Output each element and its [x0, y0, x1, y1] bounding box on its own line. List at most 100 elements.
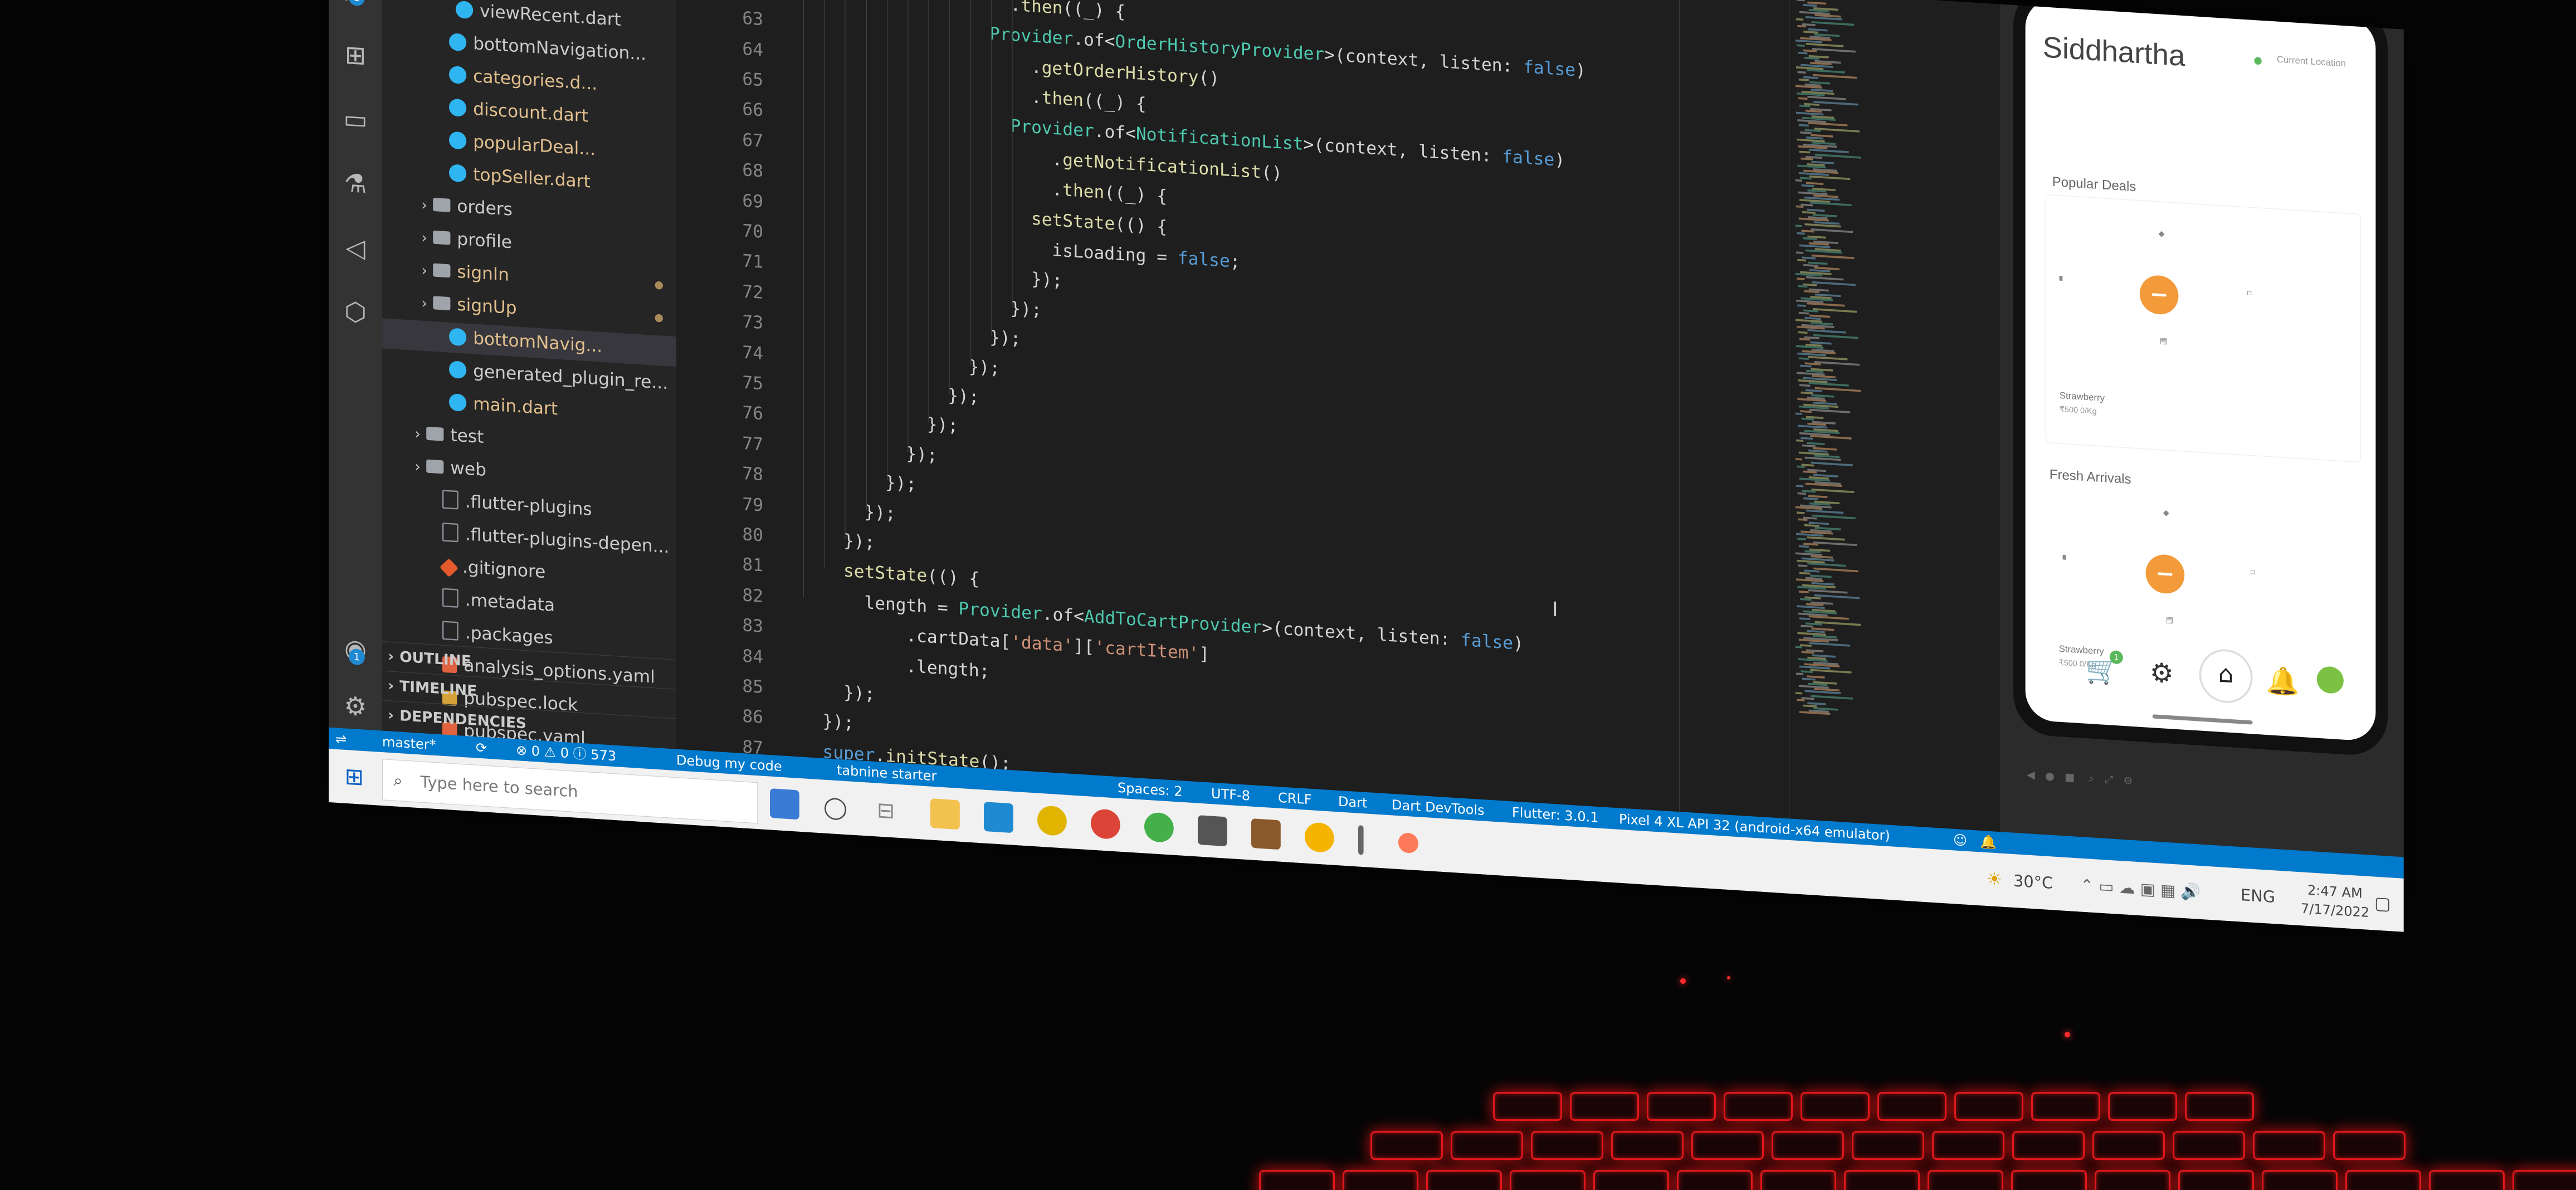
- dart-icon: [449, 328, 467, 347]
- language-mode[interactable]: Dart: [1338, 791, 1367, 814]
- chrome-canary-app-icon[interactable]: [1305, 822, 1334, 854]
- code-line[interactable]: .length;: [906, 656, 989, 681]
- code-line[interactable]: });: [885, 473, 916, 495]
- minimap-line: [1808, 589, 1848, 594]
- vscode-app-icon[interactable]: [984, 802, 1013, 833]
- line-ending[interactable]: CRLF: [1278, 787, 1312, 810]
- flutter-icon[interactable]: ◁: [339, 231, 372, 265]
- code-line[interactable]: });: [1031, 270, 1062, 292]
- file-explorer-app-icon[interactable]: [930, 798, 960, 830]
- code-line[interactable]: });: [969, 357, 1000, 379]
- code-line[interactable]: });: [1011, 299, 1042, 321]
- fresh-arrivals-card[interactable]: ◆ ▘ ▫ ▤ Strawberry: [2046, 487, 2360, 680]
- code-line[interactable]: .getNotificationList(): [1052, 149, 1282, 184]
- phone-screen[interactable]: Siddhartha ● Current Location Popular De…: [2025, 0, 2376, 742]
- code-line[interactable]: isLoading = false;: [1052, 241, 1240, 272]
- minimap-line: [1807, 562, 1846, 567]
- popular-deal-add-button[interactable]: [2139, 274, 2179, 316]
- code-line[interactable]: setState(() {: [1031, 209, 1167, 237]
- testing-icon[interactable]: ⚗: [339, 167, 372, 201]
- widgets-icon[interactable]: ⊟: [877, 783, 895, 838]
- input-language[interactable]: ENG: [2241, 869, 2275, 924]
- git-branch[interactable]: master*: [382, 731, 436, 755]
- sublime-app-icon[interactable]: [1037, 805, 1067, 837]
- chevron-right-icon[interactable]: ›: [416, 288, 433, 319]
- tray-app-icon[interactable]: [1398, 832, 1418, 854]
- notification-bell-icon[interactable]: 🔔: [2266, 665, 2300, 698]
- code-line[interactable]: });: [927, 414, 958, 437]
- file-icon: [442, 522, 458, 543]
- keyboard-key: [2262, 1170, 2338, 1190]
- settings-gear-icon[interactable]: ⚙: [339, 689, 372, 723]
- weather-icon[interactable]: ☀: [1987, 852, 2002, 907]
- chevron-right-icon[interactable]: ›: [416, 223, 433, 254]
- line-number: 66: [742, 99, 763, 121]
- minimap-line: [1798, 285, 1808, 288]
- code-line[interactable]: .getOrderHistory(): [1031, 57, 1219, 89]
- code-line[interactable]: });: [823, 711, 854, 734]
- weather-temp[interactable]: 30°C: [2013, 854, 2053, 910]
- code-line[interactable]: .then((_) {: [1052, 180, 1167, 207]
- popular-deals-card[interactable]: ◆ ▘ ▫ ▤ Strawberry ₹500 0/Kg: [2045, 194, 2361, 463]
- line-number: 68: [742, 160, 763, 182]
- dart-icon: [449, 65, 467, 85]
- emulator-toolbar[interactable]: ◀ ● ■ ⌕ ⤢ ⚙: [2027, 768, 2388, 811]
- minimap-line: [1809, 642, 1851, 647]
- code-line[interactable]: });: [906, 444, 937, 466]
- clock-date[interactable]: 7/17/2022: [2301, 881, 2369, 932]
- settings-icon[interactable]: ⚙: [2150, 657, 2174, 690]
- code-line[interactable]: .then((_) {: [1011, 0, 1126, 22]
- keyboard-key: [1852, 1131, 1924, 1160]
- docker-icon[interactable]: ⬡: [339, 295, 372, 329]
- minimap-line: [1801, 184, 1814, 187]
- windows-start-icon[interactable]: ⊞: [345, 750, 364, 804]
- task-view-icon[interactable]: ◯: [823, 780, 847, 835]
- fresh-arrival-add-button[interactable]: [2145, 553, 2185, 595]
- action-center-icon[interactable]: ▢: [2374, 877, 2390, 931]
- code-line[interactable]: });: [989, 328, 1021, 350]
- chevron-right-icon[interactable]: ›: [409, 419, 426, 450]
- line-number: 75: [742, 373, 763, 394]
- remote-indicator-icon[interactable]: ⇌: [335, 728, 347, 750]
- modified-dot: [655, 281, 663, 290]
- code-line[interactable]: });: [864, 502, 895, 524]
- photos-app-icon[interactable]: [1251, 818, 1281, 850]
- code-line[interactable]: });: [843, 682, 875, 705]
- minimap[interactable]: [1789, 0, 1871, 824]
- minimap-line: [1812, 47, 1856, 53]
- chrome-app-icon[interactable]: [1091, 808, 1120, 840]
- android-studio-app-icon[interactable]: [1144, 812, 1174, 843]
- code-line[interactable]: .then((_) {: [1031, 87, 1146, 115]
- tree-item-label: viewRecent.dart: [480, 1, 621, 31]
- chevron-right-icon[interactable]: ›: [416, 190, 433, 221]
- minimap-line: [1803, 704, 1817, 708]
- terminal-app-icon[interactable]: [1198, 815, 1227, 847]
- code-editor[interactable]: 60Provider.of<TopProductsProvider>(conte…: [676, 0, 2000, 832]
- line-number: 71: [742, 251, 763, 273]
- tray-icons[interactable]: ⌃ ▭ ☁ ▣ ▦ 🔊: [2080, 859, 2201, 920]
- minimap-line: [1803, 471, 1817, 474]
- location-pin-icon[interactable]: ●: [2253, 50, 2263, 71]
- minimap-line: [1797, 277, 1805, 281]
- activity-bar: ⑂ 17 ▷ 1 ⊞ ▭ ⚗ ◁ ⬡ ◉ 1 ⚙: [329, 0, 382, 752]
- notifications-icon[interactable]: 🔔: [1980, 831, 1997, 853]
- code-line[interactable]: });: [843, 531, 875, 553]
- remote-explorer-icon[interactable]: ▭: [339, 103, 372, 136]
- extensions-icon[interactable]: ⊞: [339, 38, 372, 72]
- fresh-thumb-icon: ◆: [2163, 508, 2169, 518]
- indent-guide: [803, 0, 804, 597]
- code-line[interactable]: setState(() {: [843, 561, 979, 589]
- cortana-icon[interactable]: [770, 788, 799, 820]
- encoding[interactable]: UTF-8: [1211, 783, 1250, 807]
- chevron-right-icon[interactable]: ›: [416, 256, 433, 287]
- keyboard-led: [2065, 1032, 2070, 1037]
- code-line[interactable]: });: [948, 386, 979, 408]
- sync-icon[interactable]: ⟳: [476, 737, 487, 759]
- minimap-line: [1800, 598, 1812, 601]
- tree-item-label: .packages: [465, 623, 553, 648]
- feedback-icon[interactable]: ☺: [1953, 829, 1967, 851]
- location-label[interactable]: Current Location: [2277, 53, 2346, 69]
- minimap-line: [1806, 42, 1844, 47]
- product-thumb-icon: ◆: [2158, 228, 2165, 238]
- chevron-right-icon[interactable]: ›: [409, 452, 426, 483]
